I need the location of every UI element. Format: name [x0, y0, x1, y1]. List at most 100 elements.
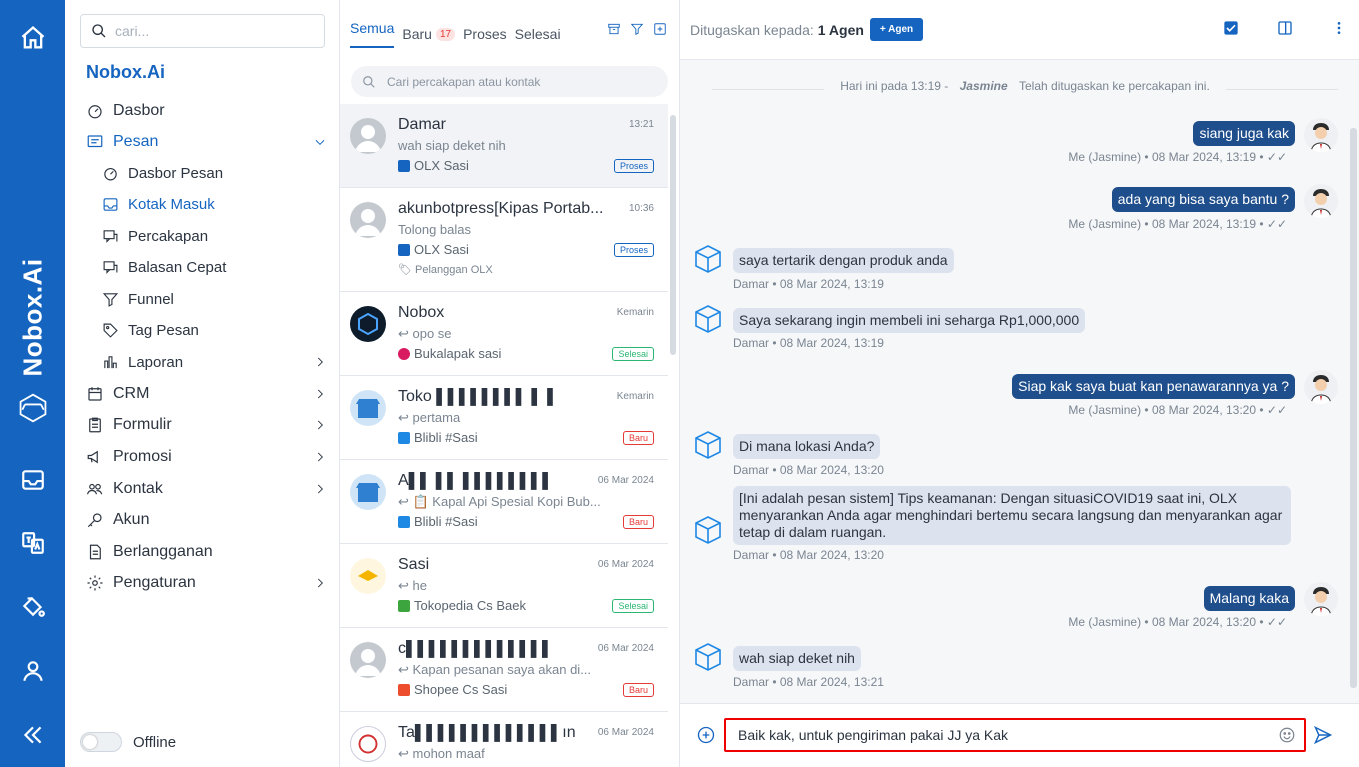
- status-badge: Proses: [613, 159, 654, 173]
- status-badge: Selesai: [612, 599, 654, 613]
- menu-item-berlangganan[interactable]: Berlangganan: [85, 540, 327, 564]
- attach-plus-icon[interactable]: [696, 725, 716, 750]
- message-meta: Damar • 08 Mar 2024, 13:20: [733, 463, 884, 477]
- menu-item-promosi[interactable]: Promosi: [85, 445, 327, 469]
- dashboard-icon: [100, 163, 120, 183]
- message-icon: [85, 132, 105, 152]
- olx-icon: [398, 243, 410, 256]
- list-item[interactable]: Sasi 06 Mar 2024 ↩ he Tokopedia Cs Baek …: [340, 544, 668, 628]
- list-item[interactable]: akunbotpress[Kipas Portab... 10:36 Tolon…: [340, 188, 668, 292]
- filter-icon[interactable]: [630, 22, 644, 41]
- list-scrollbar[interactable]: [670, 115, 676, 355]
- message-input[interactable]: [738, 727, 1268, 743]
- online-toggle[interactable]: [80, 732, 122, 752]
- list-item[interactable]: Nobox Kemarin ↩ opo se Bukalapak sasi Se…: [340, 292, 668, 376]
- brand-name: Nobox.Ai: [86, 62, 165, 82]
- offline-toggle-row: Offline: [80, 732, 176, 752]
- list-item[interactable]: A▌▌ ▌▌ ▌▌▌▌▌▌▌▌ 06 Mar 2024 ↩ 📋 Kapal Ap…: [340, 460, 668, 544]
- menu-item-dasbor-pesan[interactable]: Dasbor Pesan: [100, 161, 327, 185]
- menu-item-crm[interactable]: CRM: [85, 382, 327, 406]
- menu-item-formulir[interactable]: Formulir: [85, 413, 327, 437]
- chevron-right-icon: [313, 576, 327, 595]
- menu-item-kotak-masuk[interactable]: Kotak Masuk: [100, 192, 327, 216]
- avatar: [350, 558, 386, 594]
- chat-panel: Ditugaskan kepada: 1 Agen + Agen Hari in…: [680, 0, 1359, 767]
- message-meta: Damar • 08 Mar 2024, 13:19: [733, 277, 884, 291]
- timestamp: 10:36: [628, 203, 654, 214]
- send-icon[interactable]: [1313, 725, 1333, 750]
- system-assignment-line: Hari ini pada 13:19 - Jasmine Telah ditu…: [712, 79, 1338, 93]
- message-bubble-out: siang juga kak: [1193, 121, 1295, 146]
- contact-name: c▌▌▌▌▌▌▌▌▌▌▌▌▌: [398, 640, 554, 657]
- crm-icon: [85, 384, 105, 404]
- list-item[interactable]: Ta▌▌▌▌▌▌▌▌▌▌▌▌▌ın 06 Mar 2024 ↩ mohon ma…: [340, 712, 668, 767]
- message-meta: Me (Jasmine) • 08 Mar 2024, 13:19 • ✓✓: [1068, 150, 1287, 164]
- chevron-right-icon: [313, 418, 327, 437]
- dashboard-icon: [85, 101, 105, 121]
- more-options-icon[interactable]: [1331, 20, 1347, 39]
- bar-chart-icon: [100, 352, 120, 372]
- customer-box-icon: [692, 303, 724, 335]
- clipboard-icon: [85, 415, 105, 435]
- collapse-icon[interactable]: [17, 719, 49, 751]
- message-composer: [680, 703, 1359, 767]
- blibli-icon: [398, 515, 410, 528]
- tag-icon: [100, 320, 120, 340]
- conversation-search[interactable]: [351, 66, 668, 97]
- message-bubble-out: Malang kaka: [1203, 586, 1295, 611]
- archive-icon[interactable]: [607, 22, 621, 41]
- brand-logo-icon: [17, 392, 49, 424]
- status-badge: Proses: [613, 243, 654, 257]
- chat-header: Ditugaskan kepada: 1 Agen + Agen: [680, 0, 1359, 60]
- menu-search-input[interactable]: [115, 23, 305, 39]
- tab-proses[interactable]: Proses: [463, 20, 507, 48]
- message-input-box[interactable]: [724, 718, 1306, 752]
- menu-item-akun[interactable]: Akun: [85, 508, 327, 532]
- list-item[interactable]: c▌▌▌▌▌▌▌▌▌▌▌▌▌ 06 Mar 2024 ↩ Kapan pesan…: [340, 628, 668, 712]
- tab-selesai[interactable]: Selesai: [515, 20, 561, 48]
- message-bubble-out: ada yang bisa saya bantu ?: [1111, 187, 1295, 212]
- message-meta: Me (Jasmine) • 08 Mar 2024, 13:19 • ✓✓: [1068, 217, 1287, 231]
- customer-box-icon: [692, 243, 724, 275]
- menu-item-kontak[interactable]: Kontak: [85, 477, 327, 501]
- conversation-search-input[interactable]: [387, 74, 647, 89]
- menu-search[interactable]: [80, 14, 325, 48]
- last-message: ↩ 📋 Kapal Api Spesial Kopi Bub...: [398, 494, 601, 509]
- timestamp: Kemarin: [616, 391, 654, 402]
- blibli-icon: [398, 431, 410, 444]
- menu-item-balasan-cepat[interactable]: Balasan Cepat: [100, 255, 327, 279]
- conversation-list: Semua Baru17 Proses Selesai Damar 13:21 …: [340, 0, 680, 767]
- new-conversation-icon[interactable]: [653, 22, 667, 41]
- menu-item-percakapan[interactable]: Percakapan: [100, 224, 327, 248]
- last-message: ↩ pertama: [398, 410, 461, 425]
- chevron-down-icon: [313, 135, 327, 154]
- chat-icon: [100, 226, 120, 246]
- avatar: [350, 390, 386, 426]
- menu-item-laporan[interactable]: Laporan: [100, 350, 327, 374]
- menu-item-tag-pesan[interactable]: Tag Pesan: [100, 318, 327, 342]
- tokopedia-icon: [398, 599, 410, 612]
- emoji-icon[interactable]: [1278, 726, 1296, 747]
- menu-item-pengaturan[interactable]: Pengaturan: [85, 571, 327, 595]
- menu-item-funnel[interactable]: Funnel: [100, 287, 327, 311]
- timestamp: 06 Mar 2024: [597, 559, 654, 570]
- last-message: wah siap deket nih: [398, 138, 506, 153]
- menu-item-pesan[interactable]: Pesan: [85, 130, 327, 154]
- paint-bucket-icon[interactable]: [17, 590, 49, 622]
- avatar: [350, 474, 386, 510]
- user-icon[interactable]: [17, 655, 49, 687]
- contact-name: akunbotpress[Kipas Portab...: [398, 200, 604, 217]
- checkbox-icon[interactable]: [1223, 20, 1239, 39]
- translate-icon[interactable]: [17, 527, 49, 559]
- menu-item-dasbor[interactable]: Dasbor: [85, 99, 327, 123]
- list-item[interactable]: Damar 13:21 wah siap deket nih OLX Sasi …: [340, 104, 668, 188]
- tab-baru[interactable]: Baru 17: [402, 20, 456, 48]
- tab-semua[interactable]: Semua: [350, 20, 395, 48]
- chat-scrollbar[interactable]: [1350, 128, 1357, 688]
- agent-avatar: [1304, 370, 1338, 404]
- panel-toggle-icon[interactable]: [1277, 20, 1293, 39]
- inbox-icon[interactable]: [17, 464, 49, 496]
- home-icon[interactable]: [17, 22, 49, 54]
- list-item[interactable]: Toko ▌▌▌▌▌▌▌▌ ▌ ▌ Kemarin ↩ pertama Blib…: [340, 376, 668, 460]
- add-agent-button[interactable]: + Agen: [869, 18, 924, 41]
